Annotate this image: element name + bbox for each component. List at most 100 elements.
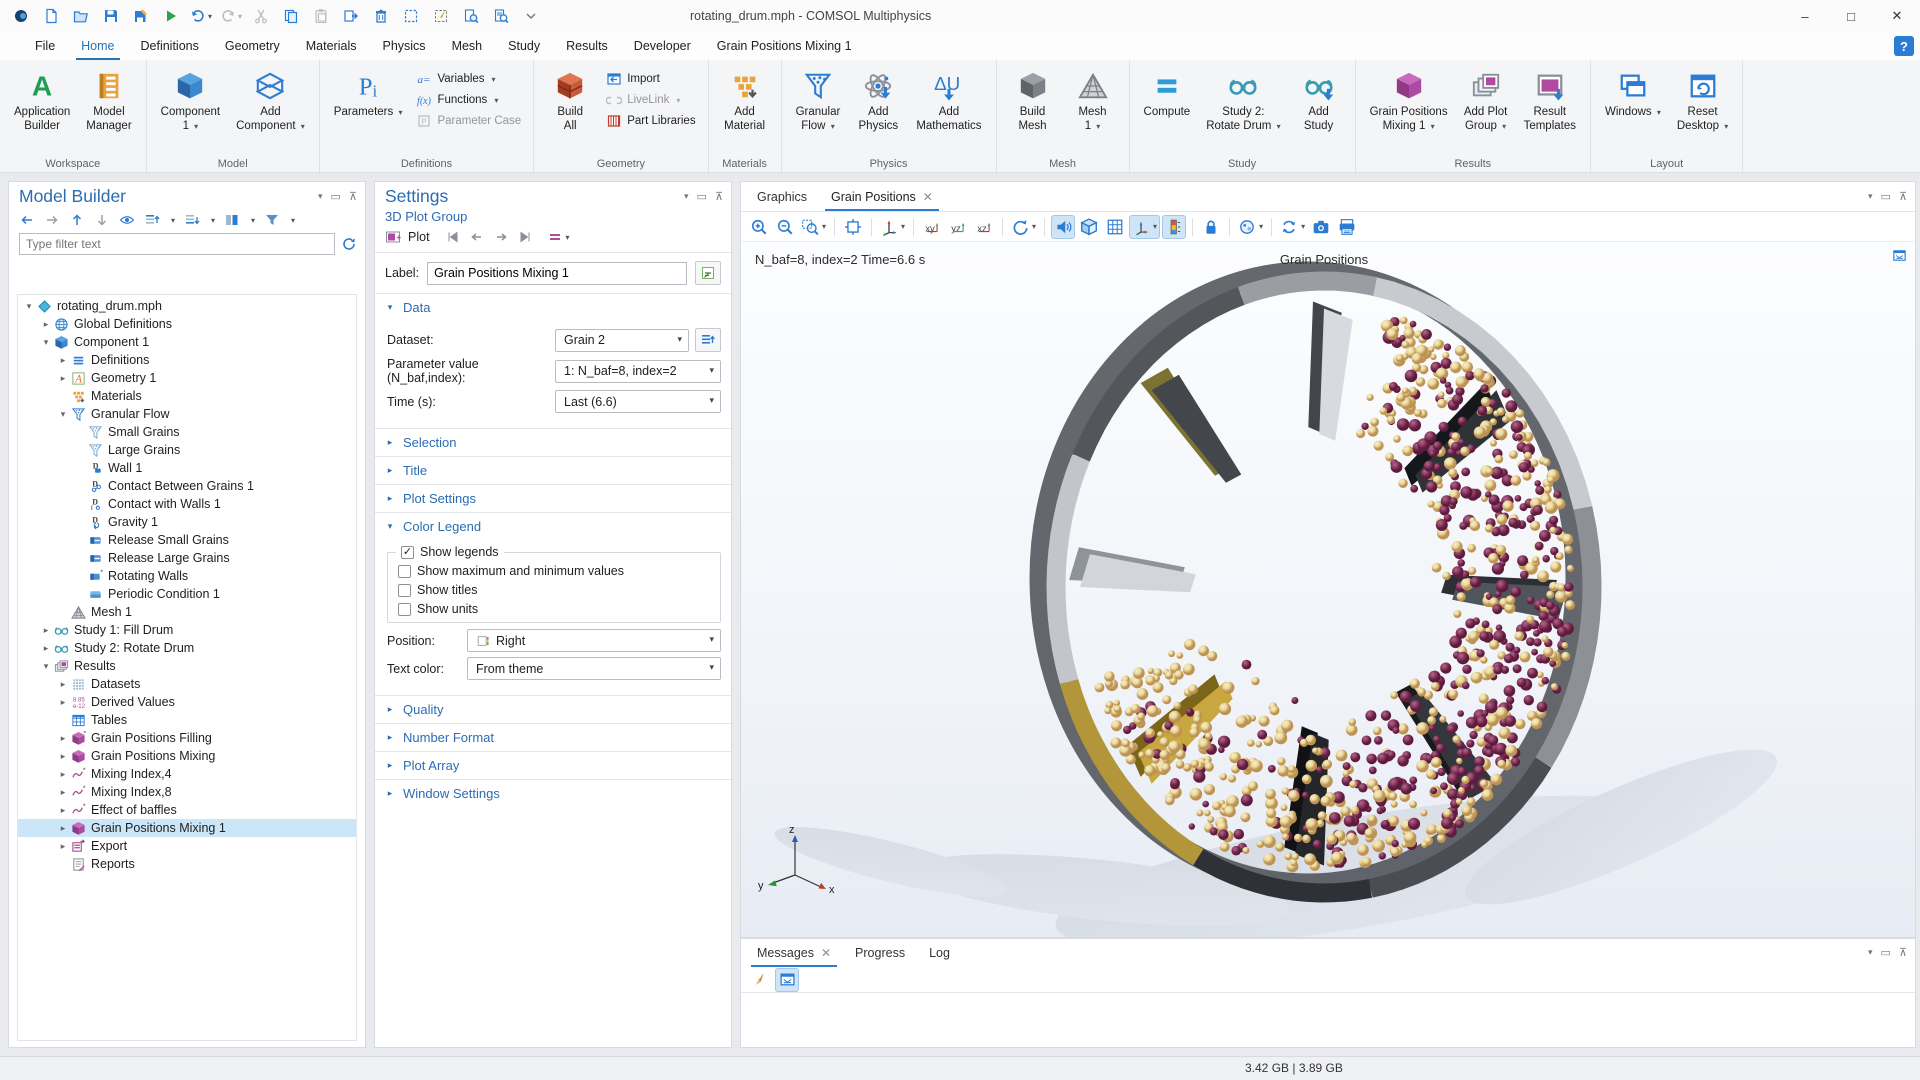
environment-icon[interactable]: ▾ [1236,215,1265,239]
ribbon-tab-developer[interactable]: Developer [621,32,704,60]
tree-item-release-small-grains[interactable]: Release Small Grains [18,531,356,549]
tree-item-component-1[interactable]: ▾Component 1 [18,333,356,351]
tree-item-grain-positions-mixing-1[interactable]: ▸Grain Positions Mixing 1 [18,819,356,837]
tree-item-large-grains[interactable]: Large Grains [18,441,356,459]
part-libraries-button[interactable]: Part Libraries [600,112,701,130]
prev-icon[interactable] [469,229,485,245]
print-icon[interactable] [1335,215,1359,239]
cut-icon[interactable] [248,4,274,28]
tree-item-tables[interactable]: Tables [18,711,356,729]
zoom-in-icon[interactable] [747,215,771,239]
dataset-info-icon[interactable] [1892,248,1907,263]
columns-icon[interactable] [224,212,240,228]
color-legend-icon[interactable] [1162,215,1186,239]
log-find-icon[interactable] [488,4,514,28]
ribbon-tab-materials[interactable]: Materials [293,32,370,60]
section-plot-settings[interactable]: ▸Plot Settings [375,485,731,512]
tree-item-contact-between-grains-1[interactable]: DContact Between Grains 1 [18,477,356,495]
comsol-logo[interactable] [8,4,34,28]
add-material-button[interactable]: AddMaterial [716,66,774,136]
tree-item-geometry-1[interactable]: ▸AGeometry 1 [18,369,356,387]
tree-expander[interactable]: ▾ [22,301,36,312]
tree-expander[interactable]: ▸ [56,733,70,744]
compute-button[interactable]: Compute [1137,66,1198,123]
messages-tab-log[interactable]: Log [917,939,962,967]
lock-icon[interactable] [1199,215,1223,239]
zoom-extents-icon[interactable] [841,215,865,239]
import-button[interactable]: Import [600,70,701,88]
tree-expander[interactable]: ▸ [56,769,70,780]
result-templates-button[interactable]: ResultTemplates [1517,66,1583,136]
ribbon-tab-grain-positions-mixing-1[interactable]: Grain Positions Mixing 1 [704,32,865,60]
tree-item-granular-flow[interactable]: ▾Granular Flow [18,405,356,423]
tree-expander[interactable]: ▸ [56,787,70,798]
reset-desktop-button[interactable]: ResetDesktop ▾ [1670,66,1735,136]
tree-item-rotating-walls[interactable]: *Rotating Walls [18,567,356,585]
add-plot-group-button[interactable]: Add PlotGroup ▾ [1457,66,1515,136]
clear-messages-icon[interactable] [747,968,771,992]
checkbox-show-legends[interactable]: Show legends [396,545,504,559]
tree-item-results[interactable]: ▾Results [18,657,356,675]
tree-expander[interactable]: ▸ [56,355,70,366]
save-icon[interactable] [98,4,124,28]
show-messages-icon[interactable] [775,968,799,992]
close-tab-icon[interactable]: ✕ [821,946,831,960]
checkbox-show-titles[interactable]: Show titles [398,583,712,597]
minimize-button[interactable]: – [1782,0,1828,32]
delete-icon[interactable] [368,4,394,28]
granular-flow-button[interactable]: GranularFlow ▾ [789,66,848,136]
tree-item-release-large-grains[interactable]: Release Large Grains [18,549,356,567]
tree-item-mixing-index-8[interactable]: ▸*Mixing Index,8 [18,783,356,801]
tree-item-datasets[interactable]: ▸Datasets [18,675,356,693]
tree-expander[interactable]: ▸ [39,625,53,636]
tree-expander[interactable]: ▸ [56,751,70,762]
dataset-settings-icon[interactable] [695,328,721,352]
plot-canvas[interactable]: N_baf=8, index=2 Time=6.6 s Grain Positi… [741,242,1915,937]
tree-expander[interactable]: ▾ [39,337,53,348]
graphics-tab-graphics[interactable]: Graphics [745,182,819,211]
orthographic-icon[interactable] [1077,215,1101,239]
application-builder-button[interactable]: AApplicationBuilder [7,66,77,136]
float-panel-icon[interactable]: ▭ [1881,946,1891,959]
float-panel-icon[interactable]: ▭ [331,190,341,203]
add-mathematics-button[interactable]: ΔUAddMathematics [909,66,988,136]
ribbon-tab-definitions[interactable]: Definitions [128,32,212,60]
ribbon-tab-file[interactable]: File [22,32,68,60]
section-title[interactable]: ▸Title [375,457,731,484]
tree-expander[interactable]: ▸ [56,805,70,816]
tree-item-materials[interactable]: Materials [18,387,356,405]
skip-first-icon[interactable] [445,229,461,245]
open-icon[interactable] [68,4,94,28]
ribbon-tab-study[interactable]: Study [495,32,553,60]
copy-icon[interactable] [278,4,304,28]
parameters-button[interactable]: PiParameters ▾ [327,66,410,123]
ribbon-tab-geometry[interactable]: Geometry [212,32,293,60]
next-icon[interactable] [493,229,509,245]
windows-button[interactable]: Windows ▾ [1598,66,1668,123]
save-as-icon[interactable] [128,4,154,28]
ribbon-tab-mesh[interactable]: Mesh [439,32,496,60]
section-number-format[interactable]: ▸Number Format [375,724,731,751]
tree-item-study-1-fill-drum[interactable]: ▸Study 1: Fill Drum [18,621,356,639]
move-down-icon[interactable] [184,212,200,228]
maximize-button[interactable]: □ [1828,0,1874,32]
skip-last-icon[interactable] [517,229,533,245]
ribbon-tab-results[interactable]: Results [553,32,621,60]
scene-light-icon[interactable] [1051,215,1075,239]
tree-expander[interactable]: ▸ [56,841,70,852]
tree-expander[interactable]: ▾ [56,409,70,420]
tree-item-gravity-1[interactable]: DGravity 1 [18,513,356,531]
dataset-select[interactable]: Grain 2 [555,329,689,352]
position-select[interactable]: Right [467,629,721,652]
graphics-tab-grain-positions[interactable]: Grain Positions✕ [819,182,945,211]
chevron-down-icon[interactable]: ▾ [1868,191,1873,202]
model-manager-button[interactable]: ModelManager [79,66,138,136]
tree-item-grain-positions-filling[interactable]: ▸*Grain Positions Filling [18,729,356,747]
pin-icon[interactable]: ⊼ [715,190,723,203]
chevron-down-icon[interactable]: ▾ [318,191,323,202]
livelink-button[interactable]: LiveLink▾ [600,91,701,109]
section-quality[interactable]: ▸Quality [375,696,731,723]
checkbox-show-maximum-and-minimum-values[interactable]: Show maximum and minimum values [398,564,712,578]
tree-filter-input[interactable] [19,233,335,255]
clear-selection-icon[interactable] [428,4,454,28]
